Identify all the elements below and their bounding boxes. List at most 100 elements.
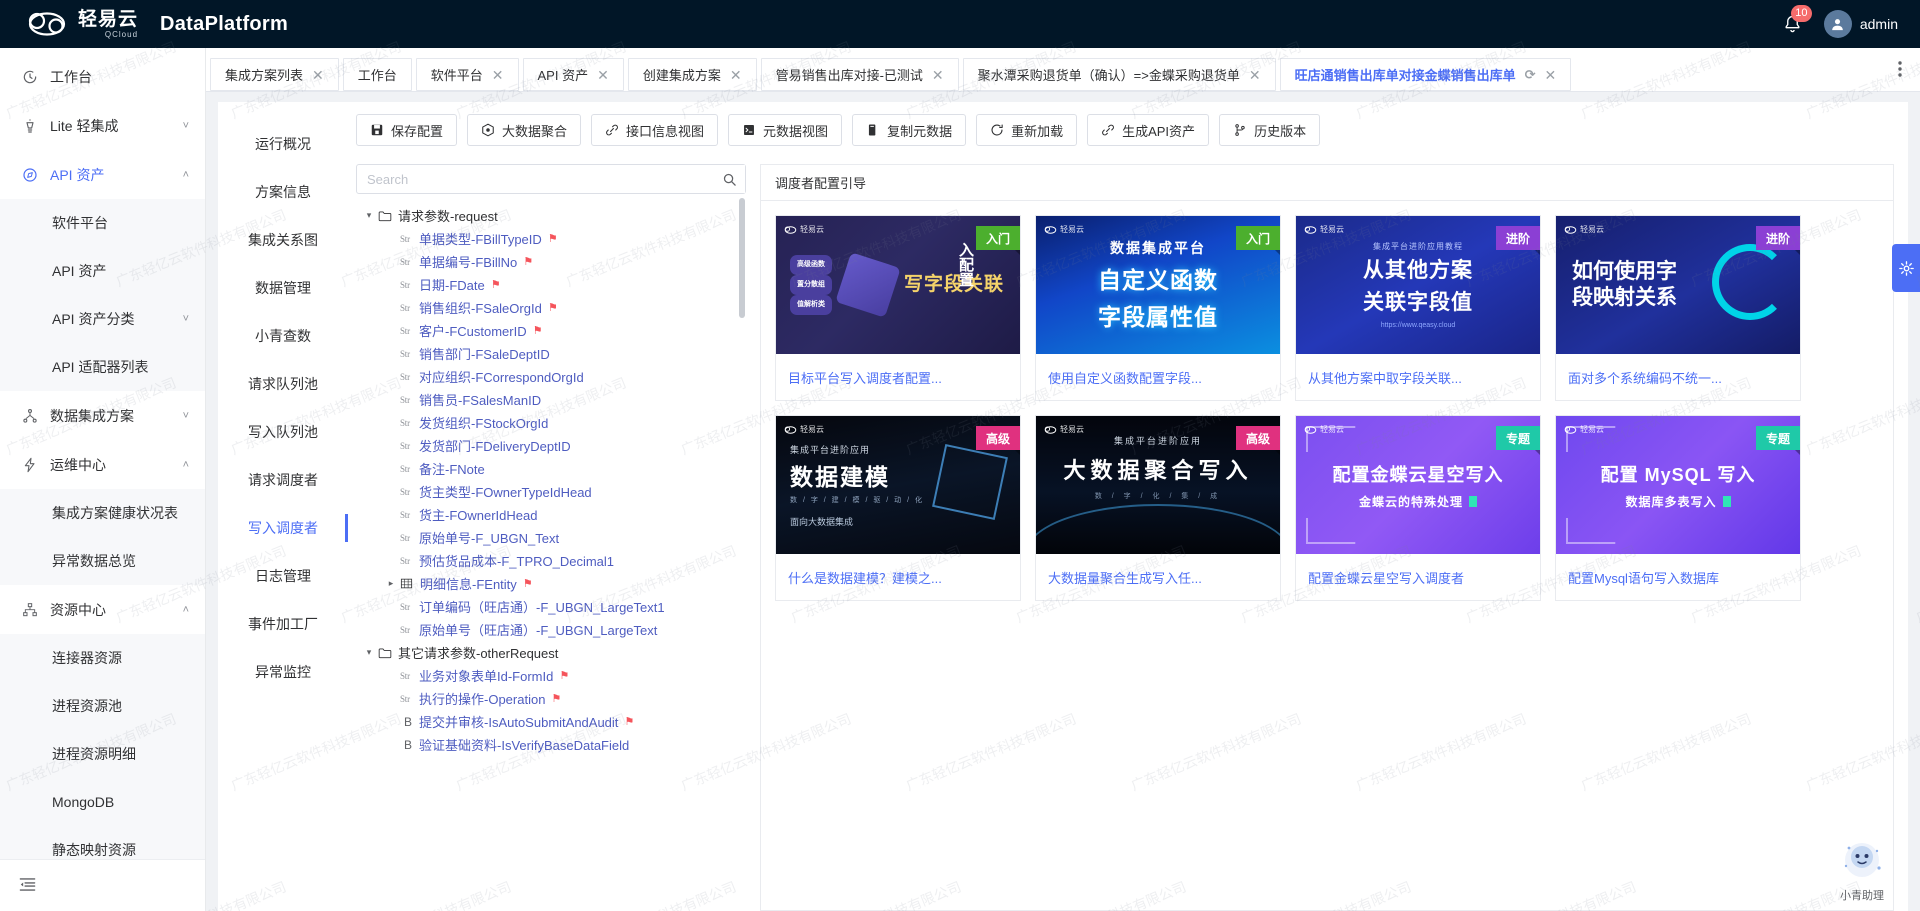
toolbar-button-5[interactable]: 重新加载 xyxy=(976,114,1077,146)
tree-node-23[interactable]: ▾B验证基础资料-IsVerifyBaseDataField xyxy=(356,733,746,756)
tree-node-1[interactable]: ▾Str单据类型-FBillTypeID⚑ xyxy=(356,227,746,250)
toolbar-button-3[interactable]: 元数据视图 xyxy=(728,114,842,146)
tab-close-icon[interactable]: ✕ xyxy=(932,68,944,82)
tab-2[interactable]: 软件平台✕ xyxy=(416,58,519,91)
secnav-item-4[interactable]: 小青查数 xyxy=(218,312,348,360)
sidebar-subitem-5-0[interactable]: 连接器资源 xyxy=(0,634,205,682)
tree-caret-icon[interactable]: ▾ xyxy=(360,647,378,658)
tree-node-15[interactable]: ▾Str预估货品成本-F_TPRO_Decimal1 xyxy=(356,549,746,572)
notifications-button[interactable]: 10 xyxy=(1780,11,1806,37)
settings-drawer-handle[interactable] xyxy=(1892,244,1920,292)
sidebar-subitem-2-0[interactable]: 软件平台 xyxy=(0,199,205,247)
tree-node-19[interactable]: ▾其它请求参数-otherRequest xyxy=(356,641,746,664)
tab-close-icon[interactable]: ✕ xyxy=(312,68,324,82)
tree-node-0[interactable]: ▾请求参数-request xyxy=(356,204,746,227)
secnav-item-6[interactable]: 写入队列池 xyxy=(218,408,348,456)
secnav-item-11[interactable]: 异常监控 xyxy=(218,648,348,696)
tab-1[interactable]: 工作台 xyxy=(343,58,412,91)
toolbar-button-6[interactable]: 生成API资产 xyxy=(1087,114,1209,146)
search-button[interactable] xyxy=(713,165,745,193)
search-input[interactable] xyxy=(356,164,746,194)
tab-3[interactable]: API 资产✕ xyxy=(523,58,624,91)
sidebar-subitem-5-2[interactable]: 进程资源明细 xyxy=(0,730,205,778)
sidebar-subitem-2-3[interactable]: API 适配器列表 xyxy=(0,343,205,391)
tree-node-17[interactable]: ▾Str订单编码（旺店通）-F_UBGN_LargeText1 xyxy=(356,595,746,618)
sidebar-subitem-5-4[interactable]: 静态映射资源 xyxy=(0,826,205,859)
secnav-item-10[interactable]: 事件加工厂 xyxy=(218,600,348,648)
tree-scrollbar[interactable] xyxy=(739,198,745,318)
toolbar-button-1[interactable]: 大数据聚合 xyxy=(467,114,581,146)
tree-node-16[interactable]: ▸明细信息-FEntity⚑ xyxy=(356,572,746,595)
tab-more-button[interactable] xyxy=(1880,47,1920,91)
tab-5[interactable]: 管易销售出库对接-已测试✕ xyxy=(761,58,959,91)
guide-card-title[interactable]: 使用自定义函数配置字段... xyxy=(1036,354,1280,400)
tree-caret-icon[interactable]: ▾ xyxy=(360,210,378,221)
sidebar-item-4[interactable]: 运维中心˄ xyxy=(0,440,205,489)
guide-card-title[interactable]: 配置Mysql语句写入数据库 xyxy=(1556,554,1800,600)
tree-node-4[interactable]: ▾Str销售组织-FSaleOrgId⚑ xyxy=(356,296,746,319)
guide-card-0[interactable]: 轻易云高级函数置分散组值解析类写字段关联入配置入门目标平台写入调度者配置... xyxy=(775,215,1021,401)
sidebar-subitem-2-2[interactable]: API 资产分类˅ xyxy=(0,295,205,343)
tab-close-icon[interactable]: ✕ xyxy=(730,68,742,82)
tab-close-icon[interactable]: ✕ xyxy=(597,68,609,82)
tree-caret-icon[interactable]: ▸ xyxy=(382,578,400,589)
secnav-item-9[interactable]: 日志管理 xyxy=(218,552,348,600)
assistant-widget[interactable]: 小青助理 xyxy=(1822,838,1902,903)
tab-4[interactable]: 创建集成方案✕ xyxy=(628,58,757,91)
toolbar-button-4[interactable]: 复制元数据 xyxy=(852,114,966,146)
guide-card-7[interactable]: 轻易云配置 MySQL 写入数据库多表写入专题配置Mysql语句写入数据库 xyxy=(1555,415,1801,601)
collapse-sidebar-icon[interactable] xyxy=(18,875,37,897)
tab-close-icon[interactable]: ✕ xyxy=(1545,68,1557,82)
guide-card-4[interactable]: 轻易云集成平台进阶应用数据建模数 / 字 / 建 / 模 / 驱 / 动 / 化… xyxy=(775,415,1021,601)
toolbar-button-2[interactable]: 接口信息视图 xyxy=(591,114,718,146)
parameter-tree[interactable]: ▾请求参数-request▾Str单据类型-FBillTypeID⚑▾Str单据… xyxy=(356,198,746,911)
secnav-item-0[interactable]: 运行概况 xyxy=(218,120,348,168)
secnav-item-5[interactable]: 请求队列池 xyxy=(218,360,348,408)
sidebar-item-3[interactable]: 数据集成方案˅ xyxy=(0,391,205,440)
sidebar-item-2[interactable]: API 资产˄ xyxy=(0,150,205,199)
tree-node-8[interactable]: ▾Str销售员-FSalesManID xyxy=(356,388,746,411)
guide-card-title[interactable]: 什么是数据建模？建模之... xyxy=(776,554,1020,600)
tree-node-13[interactable]: ▾Str货主-FOwnerIdHead xyxy=(356,503,746,526)
tree-node-7[interactable]: ▾Str对应组织-FCorrespondOrgId xyxy=(356,365,746,388)
tree-node-9[interactable]: ▾Str发货组织-FStockOrgId xyxy=(356,411,746,434)
secnav-item-7[interactable]: 请求调度者 xyxy=(218,456,348,504)
user-menu[interactable]: admin xyxy=(1824,10,1898,38)
guide-card-title[interactable]: 大数据量聚合生成写入任... xyxy=(1036,554,1280,600)
guide-card-title[interactable]: 面对多个系统编码不统一... xyxy=(1556,354,1800,400)
tree-node-6[interactable]: ▾Str销售部门-FSaleDeptID xyxy=(356,342,746,365)
tab-7[interactable]: 旺店通销售出库单对接金蝶销售出库单⟳✕ xyxy=(1280,58,1572,91)
tab-close-icon[interactable]: ✕ xyxy=(1249,68,1261,82)
guide-card-title[interactable]: 从其他方案中取字段关联... xyxy=(1296,354,1540,400)
guide-card-title[interactable]: 目标平台写入调度者配置... xyxy=(776,354,1020,400)
tree-node-2[interactable]: ▾Str单据编号-FBillNo⚑ xyxy=(356,250,746,273)
sidebar-item-1[interactable]: Lite 轻集成˅ xyxy=(0,101,205,150)
guide-card-3[interactable]: 轻易云如何使用字段映射关系进阶面对多个系统编码不统一... xyxy=(1555,215,1801,401)
tab-6[interactable]: 聚水潭采购退货单（确认）=>金蝶采购退货单✕ xyxy=(963,58,1276,91)
tree-node-12[interactable]: ▾Str货主类型-FOwnerTypeIdHead xyxy=(356,480,746,503)
toolbar-button-0[interactable]: 保存配置 xyxy=(356,114,457,146)
sidebar-subitem-5-1[interactable]: 进程资源池 xyxy=(0,682,205,730)
guide-card-6[interactable]: 轻易云配置金蝶云星空写入金蝶云的特殊处理专题配置金蝶云星空写入调度者 xyxy=(1295,415,1541,601)
secnav-item-1[interactable]: 方案信息 xyxy=(218,168,348,216)
guide-card-2[interactable]: 轻易云集成平台进阶应用教程从其他方案关联字段值https://www.qeasy… xyxy=(1295,215,1541,401)
tab-close-icon[interactable]: ✕ xyxy=(492,68,504,82)
brand-logo-area[interactable]: 轻易云 QCloud DataPlatform xyxy=(0,8,288,40)
tree-node-3[interactable]: ▾Str日期-FDate⚑ xyxy=(356,273,746,296)
tree-node-5[interactable]: ▾Str客户-FCustomerID⚑ xyxy=(356,319,746,342)
tree-node-20[interactable]: ▾Str业务对象表单Id-FormId⚑ xyxy=(356,664,746,687)
secnav-item-8[interactable]: 写入调度者 xyxy=(218,504,348,552)
tree-node-21[interactable]: ▾Str执行的操作-Operation⚑ xyxy=(356,687,746,710)
sidebar-subitem-5-3[interactable]: MongoDB xyxy=(0,778,205,826)
tree-node-14[interactable]: ▾Str原始单号-F_UBGN_Text xyxy=(356,526,746,549)
guide-card-5[interactable]: 轻易云集成平台进阶应用大数据聚合写入数 / 字 / 化 / 集 / 成高级大数据… xyxy=(1035,415,1281,601)
tree-node-11[interactable]: ▾Str备注-FNote xyxy=(356,457,746,480)
sidebar-item-5[interactable]: 资源中心˄ xyxy=(0,585,205,634)
tree-node-10[interactable]: ▾Str发货部门-FDeliveryDeptID xyxy=(356,434,746,457)
tab-0[interactable]: 集成方案列表✕ xyxy=(210,58,339,91)
sidebar-subitem-4-0[interactable]: 集成方案健康状况表 xyxy=(0,489,205,537)
tree-node-18[interactable]: ▾Str原始单号（旺店通）-F_UBGN_LargeText xyxy=(356,618,746,641)
tab-refresh-icon[interactable]: ⟳ xyxy=(1525,67,1536,83)
secnav-item-2[interactable]: 集成关系图 xyxy=(218,216,348,264)
sidebar-subitem-2-1[interactable]: API 资产 xyxy=(0,247,205,295)
